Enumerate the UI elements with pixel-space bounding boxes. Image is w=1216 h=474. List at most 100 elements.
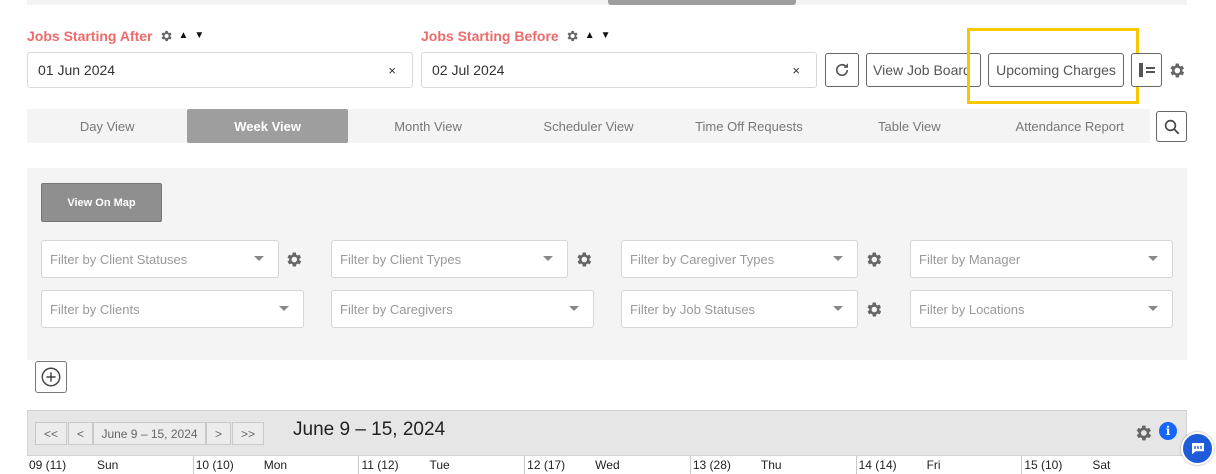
day-header-tue[interactable]: 11 (12) Tue [358,456,524,474]
day-name: Sun [97,458,119,472]
last-week-button[interactable]: >> [232,422,264,445]
prev-week-button[interactable]: < [68,422,93,445]
day-name: Thu [760,458,782,472]
chat-icon [1191,442,1204,454]
locations-select[interactable]: Filter by Locations [910,290,1173,328]
gear-icon[interactable] [573,249,593,269]
sort-down-icon[interactable]: ▼ [194,31,204,41]
chevron-down-icon [543,256,553,261]
gear-icon[interactable] [863,299,883,319]
tab-label: Day View [79,118,135,134]
select-placeholder: Filter by Client Types [340,251,462,267]
select-placeholder: Filter by Clients [50,301,140,317]
first-week-button[interactable]: << [35,422,67,445]
day-header-row: 09 (11) Sun 10 (10) Mon 11 (12) Tue 12 (17)… [27,456,1187,474]
refresh-icon [835,63,849,77]
help-chat-button[interactable] [1181,432,1214,465]
day-name: Fri [926,458,941,472]
gear-icon[interactable] [1166,60,1186,80]
search-button[interactable] [1156,111,1187,142]
tab-label: Attendance Report [1015,118,1124,134]
tab-label: Time Off Requests [695,118,803,134]
tab-label: Table View [878,118,941,134]
client-statuses-select[interactable]: Filter by Client Statuses [41,240,279,278]
gear-icon[interactable] [1132,422,1154,444]
tab-label: Month View [394,118,462,134]
jobs-before-date-value: 02 Jul 2024 [432,62,505,78]
tab-attendance-report[interactable]: Attendance Report [990,109,1150,143]
tab-month-view[interactable]: Month View [348,109,508,143]
tab-week-view[interactable]: Week View [187,109,348,143]
search-icon [1164,119,1179,134]
top-divider [27,0,1187,5]
day-header-thu[interactable]: 13 (28) Thu [689,456,856,474]
refresh-button[interactable] [825,53,859,87]
manager-select[interactable]: Filter by Manager [910,240,1173,278]
day-name: Tue [429,458,450,472]
select-placeholder: Filter by Manager [919,251,1021,267]
gear-icon[interactable] [565,29,579,43]
day-header-wed[interactable]: 12 (17) Wed [524,456,690,474]
clients-select[interactable]: Filter by Clients [41,290,304,328]
select-placeholder: Filter by Locations [919,301,1025,317]
chevron-down-icon [254,256,264,261]
jobs-before-label: Jobs Starting Before [421,28,559,44]
jobs-after-label: Jobs Starting After [27,28,153,44]
jobs-before-date-input[interactable]: 02 Jul 2024 × [421,52,817,88]
day-header-sun[interactable]: 09 (11) Sun [27,456,193,474]
view-on-map-button[interactable]: View On Map [41,183,162,222]
view-on-map-label: View On Map [67,196,136,209]
day-header-fri[interactable]: 14 (14) Fri [855,456,1022,474]
day-number: 11 (12) [361,458,399,472]
highlight-box [967,28,1139,104]
calendar-title: June 9 – 15, 2024 [293,419,446,440]
add-job-button[interactable] [35,361,67,393]
layout-toggle-button[interactable] [1131,53,1162,87]
sort-down-icon[interactable]: ▼ [601,31,611,41]
client-types-select[interactable]: Filter by Client Types [331,240,568,278]
select-placeholder: Filter by Caregivers [340,301,453,317]
tab-label: Scheduler View [543,118,634,134]
view-job-board-label: View Job Board [873,62,971,78]
jobs-before-label-group: Jobs Starting Before ▲ ▼ [421,28,611,44]
gear-icon[interactable] [283,249,303,269]
sort-up-icon[interactable]: ▲ [585,31,595,41]
gear-icon[interactable] [159,29,173,43]
plus-circle-icon [41,367,61,387]
tab-day-view[interactable]: Day View [27,109,187,143]
select-placeholder: Filter by Client Statuses [50,251,188,267]
day-number: 12 (17) [527,458,566,472]
day-number: 14 (14) [858,458,897,472]
jobs-after-label-group: Jobs Starting After ▲ ▼ [27,28,204,44]
info-icon[interactable]: i [1159,422,1177,440]
day-name: Mon [263,458,288,472]
caregiver-types-select[interactable]: Filter by Caregiver Types [621,240,858,278]
jobs-after-date-value: 01 Jun 2024 [38,62,116,78]
chevron-down-icon [1148,256,1158,261]
tab-table-view[interactable]: Table View [829,109,989,143]
day-number: 15 (10) [1024,458,1063,472]
next-week-button[interactable]: > [206,422,231,445]
job-statuses-select[interactable]: Filter by Job Statuses [621,290,858,328]
tab-time-off-requests[interactable]: Time Off Requests [669,109,829,143]
chevron-down-icon [279,306,289,311]
chevron-down-icon [569,306,579,311]
day-number: 13 (28) [692,458,731,472]
gear-icon[interactable] [863,249,883,269]
caregivers-select[interactable]: Filter by Caregivers [331,290,594,328]
clear-icon[interactable]: × [388,63,396,78]
chevron-down-icon [833,306,843,311]
jobs-after-date-input[interactable]: 01 Jun 2024 × [27,52,413,88]
clear-icon[interactable]: × [792,63,800,78]
day-header-sat[interactable]: 15 (10) Sat [1021,456,1187,474]
view-job-board-button[interactable]: View Job Board [866,53,981,87]
day-header-mon[interactable]: 10 (10) Mon [192,456,359,474]
tab-scheduler-view[interactable]: Scheduler View [508,109,668,143]
view-tabs: Day View Week View Month View Scheduler … [27,109,1150,143]
sort-up-icon[interactable]: ▲ [179,31,189,41]
tab-label: Week View [234,118,301,134]
day-name: Sat [1092,458,1111,472]
select-placeholder: Filter by Job Statuses [630,301,755,317]
day-name: Wed [595,458,620,472]
week-range-button[interactable]: June 9 – 15, 2024 [93,422,206,445]
